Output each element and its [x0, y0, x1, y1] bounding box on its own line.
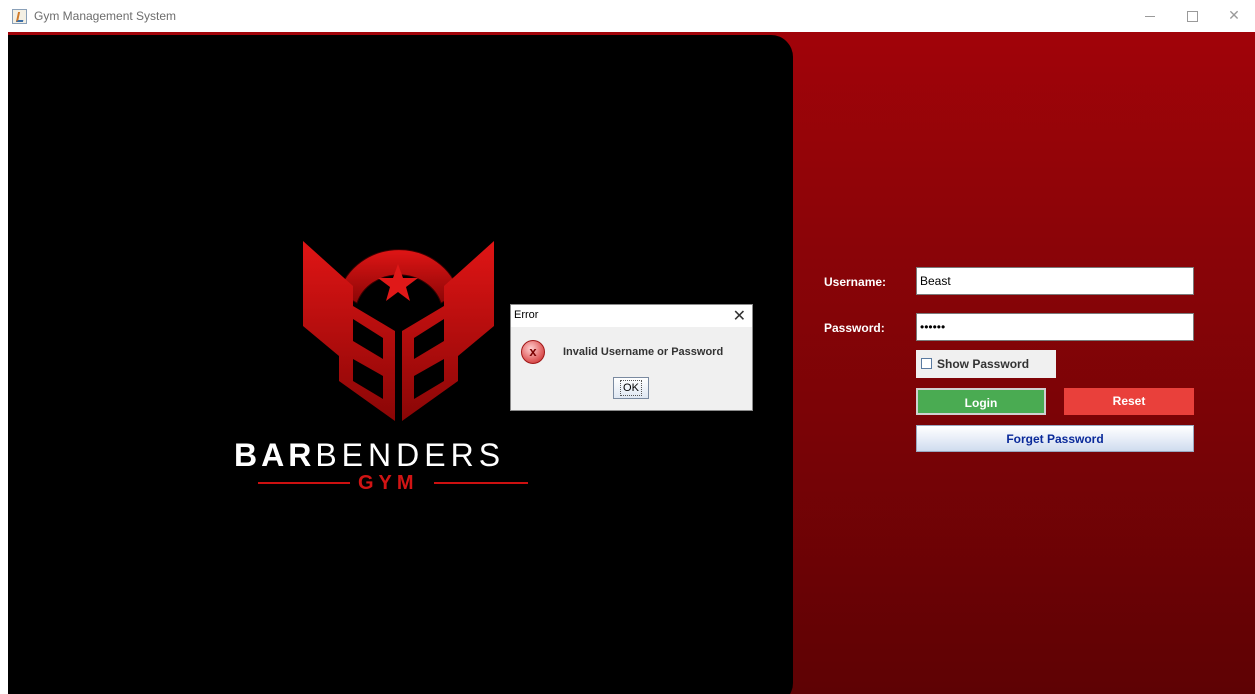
- checkbox-box[interactable]: [921, 358, 932, 369]
- title-bar: Gym Management System ✕: [0, 0, 1255, 32]
- password-label: Password:: [824, 321, 885, 335]
- logo-word-bold: BAR: [234, 437, 316, 473]
- ok-button[interactable]: OK: [613, 377, 649, 399]
- show-password-label: Show Password: [937, 357, 1030, 371]
- logo-wordmark: BARBENDERS: [234, 437, 505, 474]
- logo-line-right: [434, 482, 528, 484]
- logo-word-light: BENDERS: [315, 437, 506, 473]
- username-label: Username:: [824, 275, 887, 289]
- dialog-message: Invalid Username or Password: [563, 346, 724, 358]
- password-field[interactable]: ••••••: [916, 313, 1194, 341]
- forget-password-button[interactable]: Forget Password: [916, 425, 1194, 452]
- error-dialog: Error ✕ x Invalid Username or Password O…: [510, 304, 753, 411]
- close-icon[interactable]: ✕: [1212, 0, 1255, 32]
- reset-button[interactable]: Reset: [1064, 388, 1194, 415]
- logo-gym-text: GYM: [358, 472, 419, 494]
- ok-button-label: OK: [620, 380, 642, 396]
- error-icon: x: [521, 340, 545, 364]
- dialog-title-bar: Error ✕: [511, 305, 752, 327]
- show-password-checkbox[interactable]: Show Password: [916, 350, 1056, 378]
- java-icon: [12, 9, 27, 24]
- dialog-title: Error: [514, 309, 539, 321]
- logo-line-left: [258, 482, 350, 484]
- maximize-icon[interactable]: [1170, 0, 1214, 32]
- login-button[interactable]: Login: [916, 388, 1046, 415]
- app-window: Gym Management System ✕ BARBENDERS GYM U…: [0, 0, 1255, 694]
- dialog-close-icon[interactable]: ✕: [733, 305, 746, 327]
- username-field[interactable]: Beast: [916, 267, 1194, 295]
- logo-subtitle: GYM: [258, 472, 528, 494]
- barbenders-emblem-icon: [303, 241, 494, 421]
- minimize-icon[interactable]: [1128, 0, 1172, 32]
- window-title: Gym Management System: [34, 9, 177, 23]
